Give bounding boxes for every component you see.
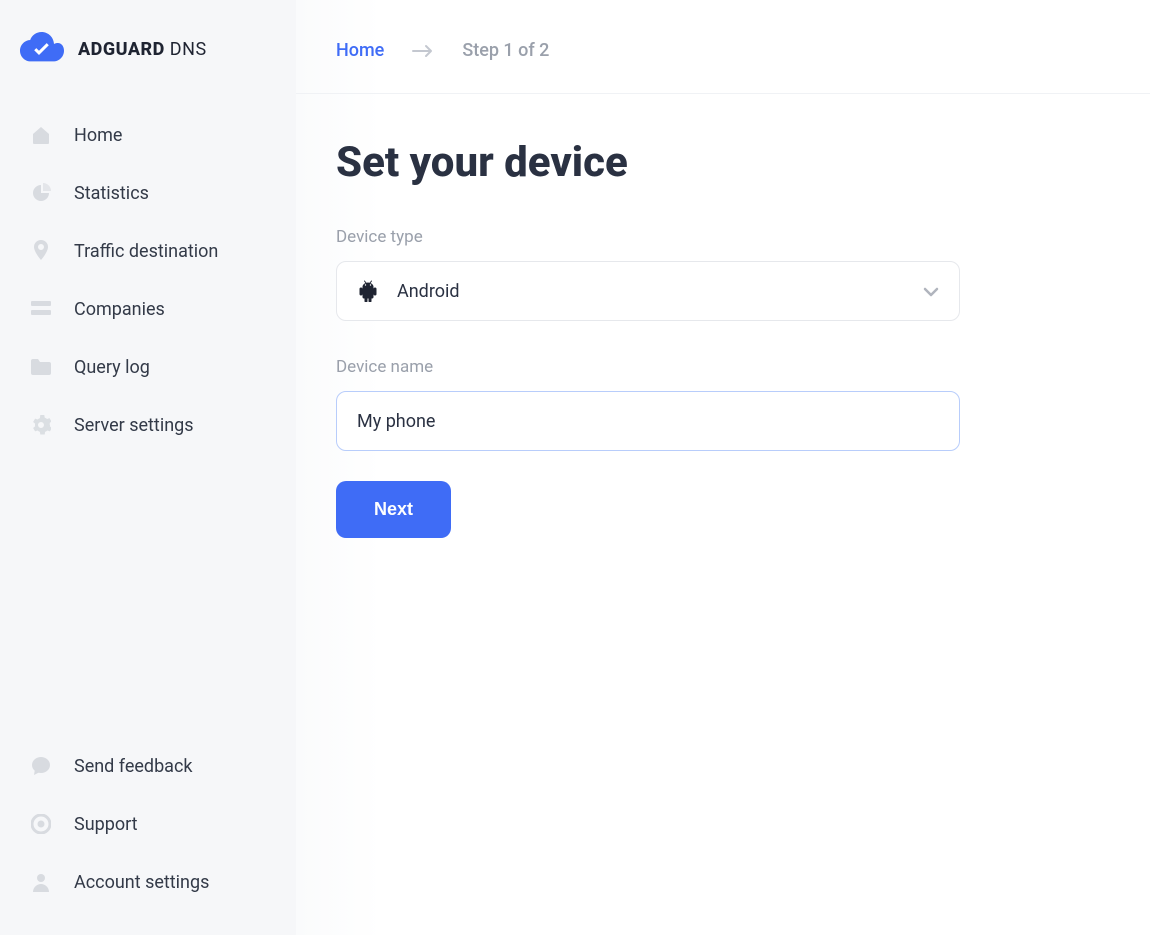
sidebar-nav-top: Home Statistics Traffic destination Comp… bbox=[0, 106, 296, 737]
sidebar-item-companies[interactable]: Companies bbox=[0, 280, 296, 338]
pin-icon bbox=[30, 240, 52, 262]
brand-logo[interactable]: ADGUARD DNS bbox=[0, 32, 296, 106]
sidebar-item-label: Send feedback bbox=[74, 756, 193, 777]
sidebar-item-statistics[interactable]: Statistics bbox=[0, 164, 296, 222]
user-icon bbox=[30, 871, 52, 893]
sidebar-item-account-settings[interactable]: Account settings bbox=[0, 853, 296, 911]
target-icon bbox=[30, 813, 52, 835]
device-type-label: Device type bbox=[336, 227, 1110, 247]
chat-icon bbox=[30, 755, 52, 777]
sidebar-item-label: Companies bbox=[74, 299, 165, 320]
sidebar-item-server-settings[interactable]: Server settings bbox=[0, 396, 296, 454]
sidebar-item-home[interactable]: Home bbox=[0, 106, 296, 164]
list-icon bbox=[30, 298, 52, 320]
cloud-check-icon bbox=[20, 32, 64, 66]
device-name-label: Device name bbox=[336, 357, 1110, 377]
page-title: Set your device bbox=[336, 138, 1110, 187]
main-content: Home Step 1 of 2 Set your device Device … bbox=[296, 0, 1150, 935]
breadcrumb-step: Step 1 of 2 bbox=[462, 40, 549, 61]
folder-icon bbox=[30, 356, 52, 378]
pie-chart-icon bbox=[30, 182, 52, 204]
breadcrumb-home-link[interactable]: Home bbox=[336, 40, 384, 61]
sidebar-item-traffic-destination[interactable]: Traffic destination bbox=[0, 222, 296, 280]
device-name-input[interactable] bbox=[336, 391, 960, 451]
sidebar-item-label: Home bbox=[74, 125, 122, 146]
device-type-value: Android bbox=[397, 281, 905, 302]
sidebar-item-label: Server settings bbox=[74, 415, 194, 436]
brand-text: ADGUARD DNS bbox=[78, 39, 207, 60]
form-content: Set your device Device type Android Devi… bbox=[296, 94, 1150, 582]
sidebar-item-send-feedback[interactable]: Send feedback bbox=[0, 737, 296, 795]
sidebar-item-label: Account settings bbox=[74, 872, 209, 893]
android-icon bbox=[357, 280, 379, 302]
home-icon bbox=[30, 124, 52, 146]
gear-icon bbox=[30, 414, 52, 436]
device-type-select[interactable]: Android bbox=[336, 261, 960, 321]
sidebar-nav-bottom: Send feedback Support Account settings bbox=[0, 737, 296, 911]
breadcrumb: Home Step 1 of 2 bbox=[296, 0, 1150, 94]
sidebar: ADGUARD DNS Home Statistics Traffic bbox=[0, 0, 296, 935]
sidebar-item-support[interactable]: Support bbox=[0, 795, 296, 853]
arrow-right-icon bbox=[412, 44, 434, 58]
sidebar-item-label: Traffic destination bbox=[74, 241, 218, 262]
chevron-down-icon bbox=[923, 282, 939, 301]
sidebar-item-query-log[interactable]: Query log bbox=[0, 338, 296, 396]
next-button[interactable]: Next bbox=[336, 481, 451, 538]
sidebar-item-label: Query log bbox=[74, 357, 150, 378]
sidebar-item-label: Statistics bbox=[74, 183, 149, 204]
sidebar-item-label: Support bbox=[74, 814, 138, 835]
